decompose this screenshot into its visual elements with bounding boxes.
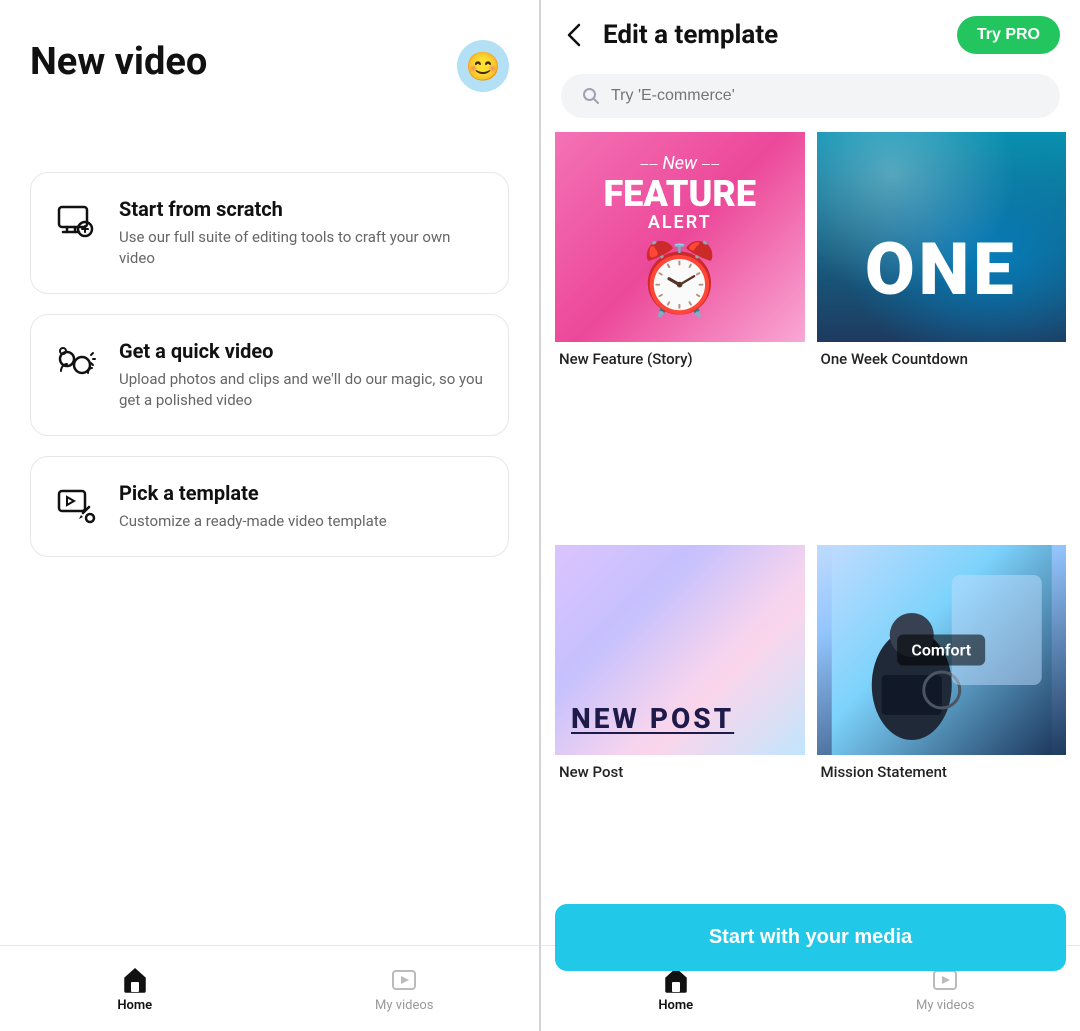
template-grid: New FEATURE ALERT ⏰ New Feature (Story) … [541, 132, 1080, 945]
right-panel: Edit a template Try PRO New FEATURE ALER… [541, 0, 1080, 1031]
page-title: New video [30, 40, 207, 86]
np-text: NEW POST [571, 702, 734, 735]
scratch-icon [53, 197, 101, 245]
quick-desc: Upload photos and clips and we'll do our… [119, 369, 486, 411]
clock-emoji: ⏰ [636, 239, 723, 321]
left-bottom-nav: Home My videos [0, 945, 539, 1031]
template-icon [53, 481, 101, 529]
home-icon [121, 966, 149, 994]
left-nav-home-label: Home [117, 998, 152, 1013]
right-header: Edit a template Try PRO [541, 0, 1080, 70]
search-bar [561, 74, 1060, 118]
left-header: New video 😊 [0, 0, 539, 112]
avatar-emoji: 😊 [466, 50, 501, 83]
nf-new-text: New [603, 153, 756, 174]
template-desc: Customize a ready-made video template [119, 511, 387, 532]
try-pro-button[interactable]: Try PRO [957, 16, 1060, 54]
left-nav-myvideos-label: My videos [375, 998, 434, 1013]
scratch-title: Start from scratch [119, 197, 486, 221]
comfort-badge: Comfort [897, 634, 985, 665]
options-list: Start from scratch Use our full suite of… [0, 112, 539, 945]
right-nav-home-label: Home [658, 998, 693, 1013]
left-nav-home[interactable]: Home [0, 958, 270, 1021]
right-panel-title: Edit a template [603, 20, 943, 50]
one-text: ONE [817, 227, 1067, 312]
scratch-desc: Use our full suite of editing tools to c… [119, 227, 486, 269]
template-title: Pick a template [119, 481, 387, 505]
search-icon [581, 86, 601, 106]
search-input[interactable] [611, 87, 1040, 105]
myvideos-icon [390, 966, 418, 994]
template-card-new-feature[interactable]: New FEATURE ALERT ⏰ New Feature (Story) [555, 132, 805, 533]
left-nav-myvideos[interactable]: My videos [270, 958, 540, 1021]
template-label-new-feature: New Feature (Story) [555, 342, 805, 372]
scratch-text: Start from scratch Use our full suite of… [119, 197, 486, 269]
avatar-button[interactable]: 😊 [457, 40, 509, 92]
quick-video-card[interactable]: Get a quick video Upload photos and clip… [30, 314, 509, 436]
pick-template-card[interactable]: Pick a template Customize a ready-made v… [30, 456, 509, 557]
template-label-mission: Mission Statement [817, 755, 1067, 785]
quick-icon [53, 339, 101, 387]
start-from-scratch-card[interactable]: Start from scratch Use our full suite of… [30, 172, 509, 294]
back-button[interactable] [561, 21, 589, 49]
template-label-one-week: One Week Countdown [817, 342, 1067, 372]
template-card-new-post[interactable]: NEW POST New Post [555, 545, 805, 946]
template-card-one-week[interactable]: ONE One Week Countdown [817, 132, 1067, 533]
start-media-button-wrap: Start with your media [555, 904, 1066, 971]
start-media-button[interactable]: Start with your media [555, 904, 1066, 971]
right-nav-myvideos-label: My videos [916, 998, 975, 1013]
left-panel: New video 😊 Start from scratch Use our f… [0, 0, 539, 1031]
quick-text: Get a quick video Upload photos and clip… [119, 339, 486, 411]
template-text: Pick a template Customize a ready-made v… [119, 481, 387, 532]
template-label-new-post: New Post [555, 755, 805, 785]
template-card-mission[interactable]: Comfort Mission Statement [817, 545, 1067, 946]
quick-title: Get a quick video [119, 339, 486, 363]
